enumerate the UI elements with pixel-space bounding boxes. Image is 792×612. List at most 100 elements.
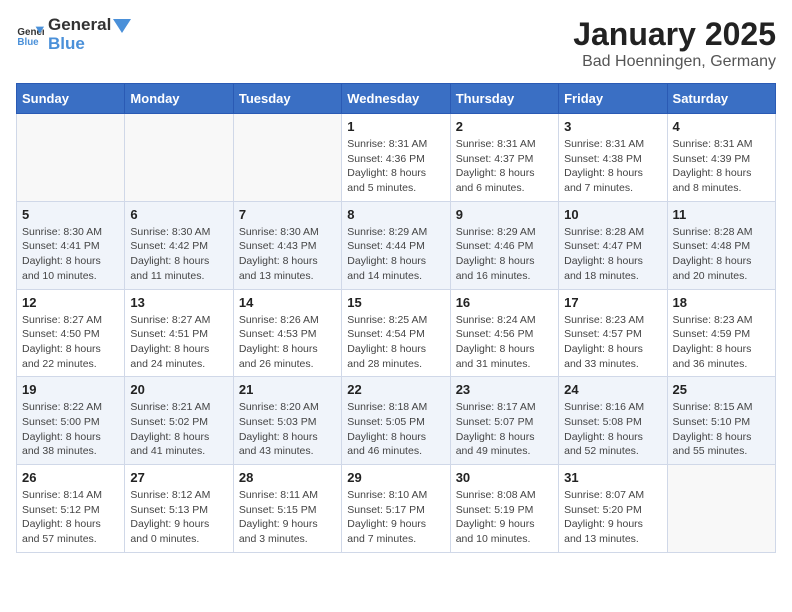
day-info: Sunrise: 8:31 AM Sunset: 4:38 PM Dayligh… bbox=[564, 137, 661, 196]
calendar-cell: 18 Sunrise: 8:23 AM Sunset: 4:59 PM Dayli… bbox=[667, 289, 775, 377]
day-number: 5 bbox=[22, 207, 119, 222]
weekday-header: Thursday bbox=[450, 84, 558, 114]
day-number: 6 bbox=[130, 207, 227, 222]
calendar-cell: 1Sunrise: 8:31 AM Sunset: 4:36 PM Daylig… bbox=[342, 114, 450, 202]
day-number: 3 bbox=[564, 119, 661, 134]
day-info: Sunrise: 8:30 AM Sunset: 4:43 PM Dayligh… bbox=[239, 225, 336, 284]
calendar-cell: 29 Sunrise: 8:10 AM Sunset: 5:17 PM Dayli… bbox=[342, 465, 450, 553]
calendar-cell: 22 Sunrise: 8:18 AM Sunset: 5:05 PM Dayli… bbox=[342, 377, 450, 465]
day-number: 29 bbox=[347, 470, 444, 485]
calendar-cell: 19Sunrise: 8:22 AM Sunset: 5:00 PM Dayli… bbox=[17, 377, 125, 465]
title-area: January 2025 Bad Hoenningen, Germany bbox=[573, 16, 776, 71]
day-info: Sunrise: 8:31 AM Sunset: 4:39 PM Dayligh… bbox=[673, 137, 770, 196]
calendar-cell: 20 Sunrise: 8:21 AM Sunset: 5:02 PM Dayli… bbox=[125, 377, 233, 465]
calendar-cell: 30 Sunrise: 8:08 AM Sunset: 5:19 PM Dayli… bbox=[450, 465, 558, 553]
day-number: 17 bbox=[564, 295, 661, 310]
day-number: 28 bbox=[239, 470, 336, 485]
day-number: 27 bbox=[130, 470, 227, 485]
day-number: 16 bbox=[456, 295, 553, 310]
day-info: Sunrise: 8:21 AM Sunset: 5:02 PM Dayligh… bbox=[130, 400, 227, 459]
calendar-week-row: 26 Sunrise: 8:14 AM Sunset: 5:12 PM Dayli… bbox=[17, 465, 776, 553]
day-info: Sunrise: 8:29 AM Sunset: 4:44 PM Dayligh… bbox=[347, 225, 444, 284]
day-number: 7 bbox=[239, 207, 336, 222]
day-info: Sunrise: 8:28 AM Sunset: 4:48 PM Dayligh… bbox=[673, 225, 770, 284]
day-info: Sunrise: 8:22 AM Sunset: 5:00 PM Dayligh… bbox=[22, 400, 119, 459]
day-info: Sunrise: 8:25 AM Sunset: 4:54 PM Dayligh… bbox=[347, 313, 444, 372]
day-info: Sunrise: 8:12 AM Sunset: 5:13 PM Dayligh… bbox=[130, 488, 227, 547]
day-number: 26 bbox=[22, 470, 119, 485]
day-info: Sunrise: 8:18 AM Sunset: 5:05 PM Dayligh… bbox=[347, 400, 444, 459]
calendar-cell: 26 Sunrise: 8:14 AM Sunset: 5:12 PM Dayli… bbox=[17, 465, 125, 553]
logo-general-text: General bbox=[48, 16, 131, 35]
logo-blue-text: Blue bbox=[48, 35, 131, 54]
day-info: Sunrise: 8:23 AM Sunset: 4:59 PM Dayligh… bbox=[673, 313, 770, 372]
calendar-cell: 28 Sunrise: 8:11 AM Sunset: 5:15 PM Dayli… bbox=[233, 465, 341, 553]
day-number: 18 bbox=[673, 295, 770, 310]
calendar-cell: 24 Sunrise: 8:16 AM Sunset: 5:08 PM Dayli… bbox=[559, 377, 667, 465]
day-info: Sunrise: 8:31 AM Sunset: 4:36 PM Dayligh… bbox=[347, 137, 444, 196]
calendar-cell: 25Sunrise: 8:15 AM Sunset: 5:10 PM Dayli… bbox=[667, 377, 775, 465]
svg-text:Blue: Blue bbox=[17, 36, 39, 47]
day-info: Sunrise: 8:16 AM Sunset: 5:08 PM Dayligh… bbox=[564, 400, 661, 459]
page-header: General Blue General Blue January 2025 B… bbox=[16, 16, 776, 71]
calendar-cell: 4 Sunrise: 8:31 AM Sunset: 4:39 PM Daylig… bbox=[667, 114, 775, 202]
day-info: Sunrise: 8:30 AM Sunset: 4:42 PM Dayligh… bbox=[130, 225, 227, 284]
calendar-cell bbox=[125, 114, 233, 202]
calendar-cell: 11 Sunrise: 8:28 AM Sunset: 4:48 PM Dayli… bbox=[667, 201, 775, 289]
day-number: 24 bbox=[564, 382, 661, 397]
calendar-cell: 3 Sunrise: 8:31 AM Sunset: 4:38 PM Daylig… bbox=[559, 114, 667, 202]
day-number: 20 bbox=[130, 382, 227, 397]
day-info: Sunrise: 8:07 AM Sunset: 5:20 PM Dayligh… bbox=[564, 488, 661, 547]
calendar-cell: 17 Sunrise: 8:23 AM Sunset: 4:57 PM Dayli… bbox=[559, 289, 667, 377]
calendar-week-row: 5Sunrise: 8:30 AM Sunset: 4:41 PM Daylig… bbox=[17, 201, 776, 289]
day-info: Sunrise: 8:15 AM Sunset: 5:10 PM Dayligh… bbox=[673, 400, 770, 459]
day-info: Sunrise: 8:29 AM Sunset: 4:46 PM Dayligh… bbox=[456, 225, 553, 284]
day-info: Sunrise: 8:11 AM Sunset: 5:15 PM Dayligh… bbox=[239, 488, 336, 547]
calendar-cell: 2Sunrise: 8:31 AM Sunset: 4:37 PM Daylig… bbox=[450, 114, 558, 202]
day-number: 8 bbox=[347, 207, 444, 222]
calendar-title: January 2025 bbox=[573, 16, 776, 53]
weekday-header: Sunday bbox=[17, 84, 125, 114]
calendar-cell: 16 Sunrise: 8:24 AM Sunset: 4:56 PM Dayli… bbox=[450, 289, 558, 377]
day-number: 14 bbox=[239, 295, 336, 310]
logo: General Blue General Blue bbox=[16, 16, 131, 53]
day-info: Sunrise: 8:08 AM Sunset: 5:19 PM Dayligh… bbox=[456, 488, 553, 547]
calendar-cell: 14 Sunrise: 8:26 AM Sunset: 4:53 PM Dayli… bbox=[233, 289, 341, 377]
day-info: Sunrise: 8:27 AM Sunset: 4:50 PM Dayligh… bbox=[22, 313, 119, 372]
day-number: 12 bbox=[22, 295, 119, 310]
day-info: Sunrise: 8:24 AM Sunset: 4:56 PM Dayligh… bbox=[456, 313, 553, 372]
day-info: Sunrise: 8:10 AM Sunset: 5:17 PM Dayligh… bbox=[347, 488, 444, 547]
day-number: 22 bbox=[347, 382, 444, 397]
calendar-cell: 21Sunrise: 8:20 AM Sunset: 5:03 PM Dayli… bbox=[233, 377, 341, 465]
calendar-cell bbox=[233, 114, 341, 202]
day-number: 4 bbox=[673, 119, 770, 134]
weekday-header-row: SundayMondayTuesdayWednesdayThursdayFrid… bbox=[17, 84, 776, 114]
day-info: Sunrise: 8:31 AM Sunset: 4:37 PM Dayligh… bbox=[456, 137, 553, 196]
calendar-cell: 13Sunrise: 8:27 AM Sunset: 4:51 PM Dayli… bbox=[125, 289, 233, 377]
calendar-week-row: 1Sunrise: 8:31 AM Sunset: 4:36 PM Daylig… bbox=[17, 114, 776, 202]
day-info: Sunrise: 8:27 AM Sunset: 4:51 PM Dayligh… bbox=[130, 313, 227, 372]
day-number: 9 bbox=[456, 207, 553, 222]
day-info: Sunrise: 8:14 AM Sunset: 5:12 PM Dayligh… bbox=[22, 488, 119, 547]
calendar-cell: 31Sunrise: 8:07 AM Sunset: 5:20 PM Dayli… bbox=[559, 465, 667, 553]
calendar-cell: 12 Sunrise: 8:27 AM Sunset: 4:50 PM Dayli… bbox=[17, 289, 125, 377]
calendar-cell: 15 Sunrise: 8:25 AM Sunset: 4:54 PM Dayli… bbox=[342, 289, 450, 377]
day-info: Sunrise: 8:23 AM Sunset: 4:57 PM Dayligh… bbox=[564, 313, 661, 372]
day-number: 15 bbox=[347, 295, 444, 310]
calendar-cell bbox=[17, 114, 125, 202]
calendar-table: SundayMondayTuesdayWednesdayThursdayFrid… bbox=[16, 83, 776, 553]
calendar-cell: 8 Sunrise: 8:29 AM Sunset: 4:44 PM Daylig… bbox=[342, 201, 450, 289]
day-number: 30 bbox=[456, 470, 553, 485]
calendar-cell: 27 Sunrise: 8:12 AM Sunset: 5:13 PM Dayli… bbox=[125, 465, 233, 553]
calendar-week-row: 19Sunrise: 8:22 AM Sunset: 5:00 PM Dayli… bbox=[17, 377, 776, 465]
calendar-cell: 23Sunrise: 8:17 AM Sunset: 5:07 PM Dayli… bbox=[450, 377, 558, 465]
weekday-header: Saturday bbox=[667, 84, 775, 114]
day-number: 11 bbox=[673, 207, 770, 222]
day-number: 21 bbox=[239, 382, 336, 397]
weekday-header: Wednesday bbox=[342, 84, 450, 114]
weekday-header: Friday bbox=[559, 84, 667, 114]
day-info: Sunrise: 8:26 AM Sunset: 4:53 PM Dayligh… bbox=[239, 313, 336, 372]
calendar-cell: 6 Sunrise: 8:30 AM Sunset: 4:42 PM Daylig… bbox=[125, 201, 233, 289]
logo-icon: General Blue bbox=[16, 21, 44, 49]
weekday-header: Monday bbox=[125, 84, 233, 114]
